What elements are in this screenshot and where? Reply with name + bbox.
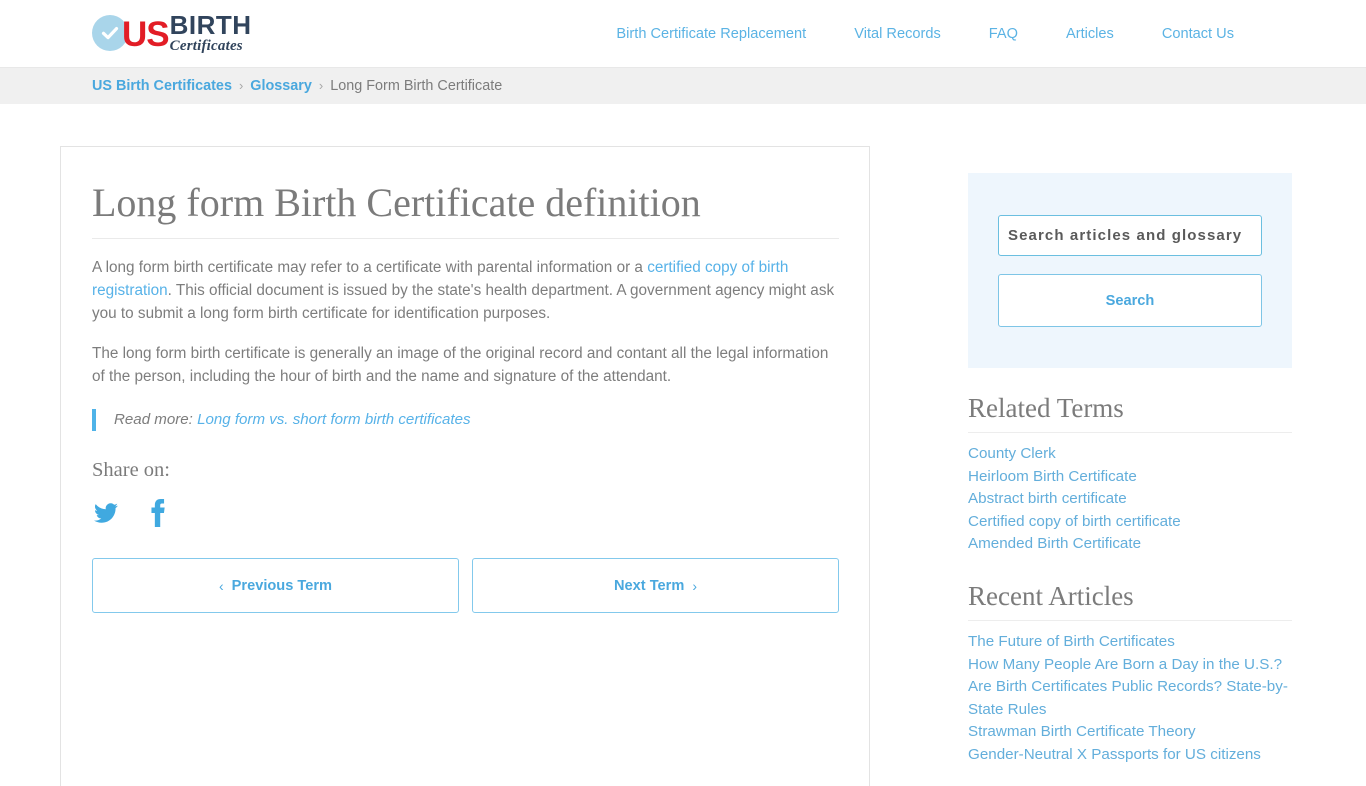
- logo-certificates-text: Certificates: [169, 38, 243, 54]
- recent-article-how-many-people-born-a-day[interactable]: How Many People Are Born a Day in the U.…: [968, 654, 1292, 677]
- nav-item-vital-records[interactable]: Vital Records: [830, 26, 965, 42]
- list-item: County Clerk: [968, 443, 1292, 466]
- next-term-button[interactable]: Next Term ›: [472, 558, 839, 613]
- list-item: Abstract birth certificate: [968, 488, 1292, 511]
- paragraph-1-text-after: . This official document is issued by th…: [92, 282, 835, 322]
- breadcrumb: US Birth Certificates › Glossary › Long Form…: [0, 78, 502, 94]
- site-logo[interactable]: US BIRTH Certificates: [92, 10, 252, 56]
- twitter-share-link[interactable]: [92, 501, 120, 525]
- breadcrumb-separator: ›: [318, 78, 324, 93]
- list-item: Heirloom Birth Certificate: [968, 466, 1292, 489]
- related-terms-list: County Clerk Heirloom Birth Certificate …: [968, 443, 1292, 556]
- read-more-link[interactable]: Long form vs. short form birth certifica…: [197, 411, 470, 428]
- read-more-callout: Read more: Long form vs. short form birt…: [92, 409, 839, 431]
- previous-term-button[interactable]: ‹ Previous Term: [92, 558, 459, 613]
- term-navigation: ‹ Previous Term Next Term ›: [92, 558, 839, 613]
- recent-article-gender-neutral-x-passports[interactable]: Gender-Neutral X Passports for US citize…: [968, 744, 1292, 767]
- facebook-icon: [150, 499, 166, 527]
- breadcrumb-separator: ›: [238, 78, 244, 93]
- breadcrumb-item-current: Long Form Birth Certificate: [330, 78, 503, 94]
- nav-item-articles[interactable]: Articles: [1042, 26, 1138, 42]
- sidebar: Search Related Terms County Clerk Heirlo…: [968, 173, 1292, 767]
- nav-item-contact-us[interactable]: Contact Us: [1138, 26, 1258, 42]
- logo-us-text: US: [122, 14, 170, 54]
- breadcrumb-item-glossary[interactable]: Glossary: [250, 78, 312, 94]
- list-item: Strawman Birth Certificate Theory: [968, 721, 1292, 744]
- twitter-icon: [92, 501, 120, 525]
- recent-article-public-records-state-rules[interactable]: Are Birth Certificates Public Records? S…: [968, 676, 1292, 721]
- recent-articles-heading: Recent Articles: [968, 581, 1292, 621]
- list-item: How Many People Are Born a Day in the U.…: [968, 654, 1292, 677]
- previous-term-label: Previous Term: [231, 577, 332, 594]
- article-card: Long form Birth Certificate definition A…: [60, 146, 870, 786]
- related-term-certified-copy-of-birth-certificate[interactable]: Certified copy of birth certificate: [968, 511, 1292, 534]
- recent-articles-list: The Future of Birth Certificates How Man…: [968, 631, 1292, 767]
- related-term-abstract-birth-certificate[interactable]: Abstract birth certificate: [968, 488, 1292, 511]
- nav-item-faq[interactable]: FAQ: [965, 26, 1042, 42]
- logo-birth-text: BIRTH: [169, 10, 252, 40]
- definition-paragraph-2: The long form birth certificate is gener…: [92, 345, 829, 385]
- list-item: The Future of Birth Certificates: [968, 631, 1292, 654]
- search-button[interactable]: Search: [998, 274, 1262, 327]
- related-term-heirloom-birth-certificate[interactable]: Heirloom Birth Certificate: [968, 466, 1292, 489]
- share-icon-list: [92, 499, 839, 527]
- related-term-amended-birth-certificate[interactable]: Amended Birth Certificate: [968, 533, 1292, 556]
- definition-paragraph-1: A long form birth certificate may refer …: [92, 256, 839, 325]
- next-term-label: Next Term: [614, 577, 685, 594]
- main-navigation: Birth Certificate Replacement Vital Reco…: [592, 0, 1258, 68]
- search-input[interactable]: [998, 215, 1262, 256]
- share-on-label: Share on:: [92, 459, 170, 481]
- list-item: Amended Birth Certificate: [968, 533, 1292, 556]
- search-panel: Search: [968, 173, 1292, 368]
- facebook-share-link[interactable]: [150, 499, 166, 527]
- list-item: Certified copy of birth certificate: [968, 511, 1292, 534]
- paragraph-1-text-before: A long form birth certificate may refer …: [92, 259, 648, 276]
- nav-item-birth-certificate-replacement[interactable]: Birth Certificate Replacement: [592, 26, 830, 42]
- related-term-county-clerk[interactable]: County Clerk: [968, 443, 1292, 466]
- chevron-left-icon: ‹: [219, 577, 224, 594]
- recent-article-strawman-theory[interactable]: Strawman Birth Certificate Theory: [968, 721, 1292, 744]
- chevron-right-icon: ›: [692, 577, 697, 594]
- recent-article-future-of-birth-certificates[interactable]: The Future of Birth Certificates: [968, 631, 1292, 654]
- breadcrumb-bar: US Birth Certificates › Glossary › Long Form…: [0, 68, 1366, 104]
- read-more-prefix: Read more:: [114, 411, 198, 428]
- breadcrumb-item-home[interactable]: US Birth Certificates: [92, 78, 232, 94]
- related-terms-heading: Related Terms: [968, 393, 1292, 433]
- page-title: Long form Birth Certificate definition: [92, 179, 839, 239]
- list-item: Are Birth Certificates Public Records? S…: [968, 676, 1292, 721]
- list-item: Gender-Neutral X Passports for US citize…: [968, 744, 1292, 767]
- site-header: US BIRTH Certificates Birth Certificate …: [0, 0, 1366, 68]
